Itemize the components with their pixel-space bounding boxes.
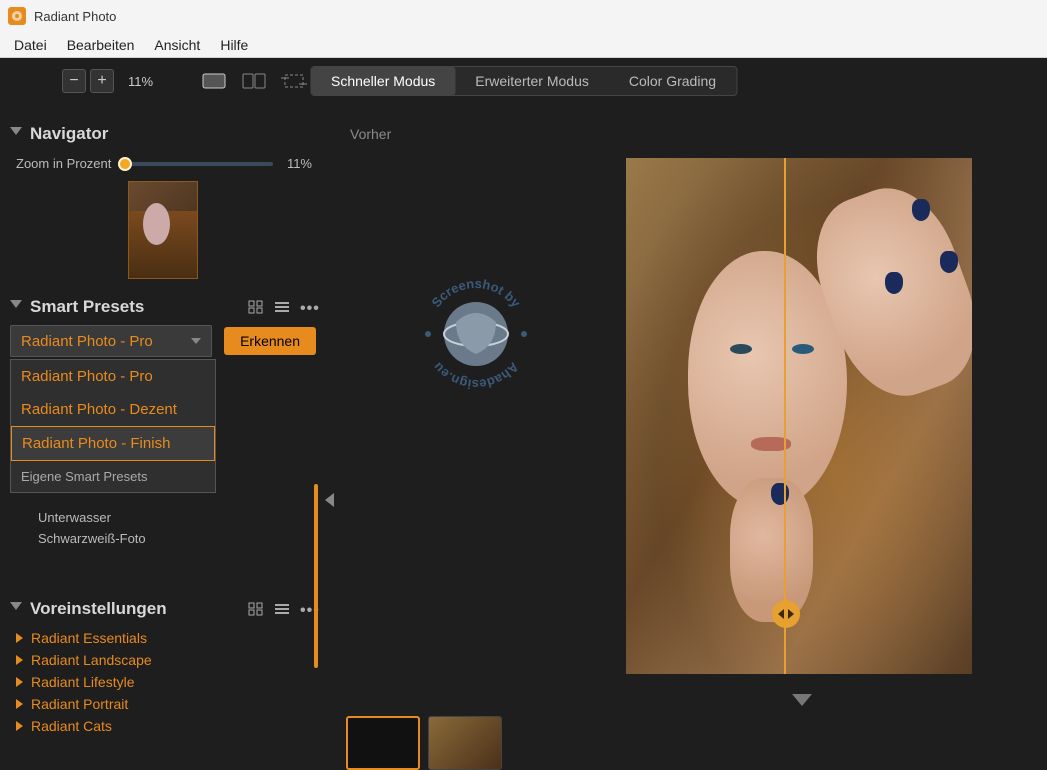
app-icon (8, 7, 26, 25)
preset-select[interactable]: Radiant Photo - Pro (10, 325, 212, 357)
presets-header[interactable]: Voreinstellungen ••• (6, 589, 320, 627)
preset-category-label: Radiant Lifestyle (31, 674, 135, 690)
scene-list: Unterwasser Schwarzweiß-Foto (10, 507, 316, 549)
chevron-left-icon (325, 493, 334, 507)
preset-option[interactable]: Radiant Photo - Dezent (11, 393, 215, 426)
navigator-title: Navigator (30, 124, 316, 144)
zoom-slider[interactable] (125, 162, 273, 166)
collapse-sidebar-button[interactable] (323, 490, 335, 510)
menubar: Datei Bearbeiten Ansicht Hilfe (0, 32, 1047, 58)
preset-category[interactable]: Radiant Essentials (6, 627, 320, 649)
zoom-out-button[interactable]: − (62, 69, 86, 93)
preset-own-label[interactable]: Eigene Smart Presets (11, 461, 215, 492)
mode-quick[interactable]: Schneller Modus (311, 67, 455, 95)
left-sidebar: Navigator Zoom in Prozent 11% Smart Pres… (0, 104, 326, 770)
chevron-down-icon (10, 127, 22, 141)
expand-filmstrip-button[interactable] (792, 694, 812, 706)
navigator-thumbnail[interactable] (128, 181, 198, 279)
zoom-slider-row: Zoom in Prozent 11% (6, 152, 320, 181)
sidebar-scrollbar[interactable] (314, 484, 318, 668)
filmstrip (346, 716, 502, 770)
grid-view-icon[interactable] (248, 602, 264, 616)
preview-image[interactable] (626, 158, 972, 674)
chevron-right-icon (16, 655, 23, 665)
chevron-down-icon (10, 602, 22, 616)
preset-category-label: Radiant Portrait (31, 696, 128, 712)
before-label: Vorher (350, 126, 391, 142)
chevron-down-icon (10, 300, 22, 314)
menu-view[interactable]: Ansicht (144, 35, 210, 55)
zoom-label: Zoom in Prozent (16, 156, 111, 171)
more-options-icon[interactable]: ••• (300, 300, 316, 314)
chevron-right-icon (16, 699, 23, 709)
menu-help[interactable]: Hilfe (210, 35, 258, 55)
chevron-right-icon (16, 721, 23, 731)
grid-view-icon[interactable] (248, 300, 264, 314)
mode-color-grading[interactable]: Color Grading (609, 67, 736, 95)
app-title: Radiant Photo (34, 9, 116, 24)
filmstrip-thumb[interactable] (346, 716, 420, 770)
preset-category-label: Radiant Landscape (31, 652, 152, 668)
preset-option[interactable]: Radiant Photo - Pro (11, 360, 215, 393)
navigator-header[interactable]: Navigator (6, 114, 320, 152)
preset-dropdown: Radiant Photo - Pro Radiant Photo - Deze… (10, 359, 216, 493)
window-titlebar: Radiant Photo (0, 0, 1047, 32)
filmstrip-thumb[interactable] (428, 716, 502, 770)
preset-selected-label: Radiant Photo - Pro (21, 333, 153, 350)
preset-category[interactable]: Radiant Portrait (6, 693, 320, 715)
view-single-icon[interactable] (201, 71, 227, 91)
watermark-badge: Screenshot by Ahadesign.eu (416, 274, 536, 394)
list-view-icon[interactable] (274, 602, 290, 616)
preset-category-label: Radiant Cats (31, 718, 112, 734)
chevron-right-icon (16, 633, 23, 643)
menu-file[interactable]: Datei (4, 35, 57, 55)
smart-presets-header[interactable]: Smart Presets ••• (6, 287, 320, 325)
menu-edit[interactable]: Bearbeiten (57, 35, 145, 55)
preset-category[interactable]: Radiant Lifestyle (6, 671, 320, 693)
zoom-percent-label: 11% (128, 74, 153, 89)
top-toolbar: − + 11% Schneller Modus Erweiterter Modu… (0, 58, 1047, 104)
preset-category[interactable]: Radiant Landscape (6, 649, 320, 671)
presets-title: Voreinstellungen (30, 599, 248, 619)
mode-switch: Schneller Modus Erweiterter Modus Color … (310, 66, 737, 96)
list-view-icon[interactable] (274, 300, 290, 314)
preset-option[interactable]: Radiant Photo - Finish (11, 426, 215, 461)
chevron-right-icon (16, 677, 23, 687)
scene-item[interactable]: Schwarzweiß-Foto (38, 528, 316, 549)
chevron-down-icon (191, 338, 201, 344)
view-split-icon[interactable] (241, 71, 267, 91)
smart-presets-title: Smart Presets (30, 297, 248, 317)
view-crop-icon[interactable] (281, 71, 307, 91)
zoom-value: 11% (287, 156, 312, 171)
zoom-slider-thumb[interactable] (118, 157, 132, 171)
zoom-in-button[interactable]: + (90, 69, 114, 93)
compare-split-handle[interactable] (772, 600, 800, 628)
detect-button[interactable]: Erkennen (224, 327, 316, 355)
image-viewer: Vorher Screenshot by Ahadesign.eu (326, 104, 1047, 770)
scene-item[interactable]: Unterwasser (38, 507, 316, 528)
compare-split-line (784, 158, 786, 674)
preset-category-label: Radiant Essentials (31, 630, 147, 646)
preset-category[interactable]: Radiant Cats (6, 715, 320, 737)
mode-extended[interactable]: Erweiterter Modus (455, 67, 609, 95)
